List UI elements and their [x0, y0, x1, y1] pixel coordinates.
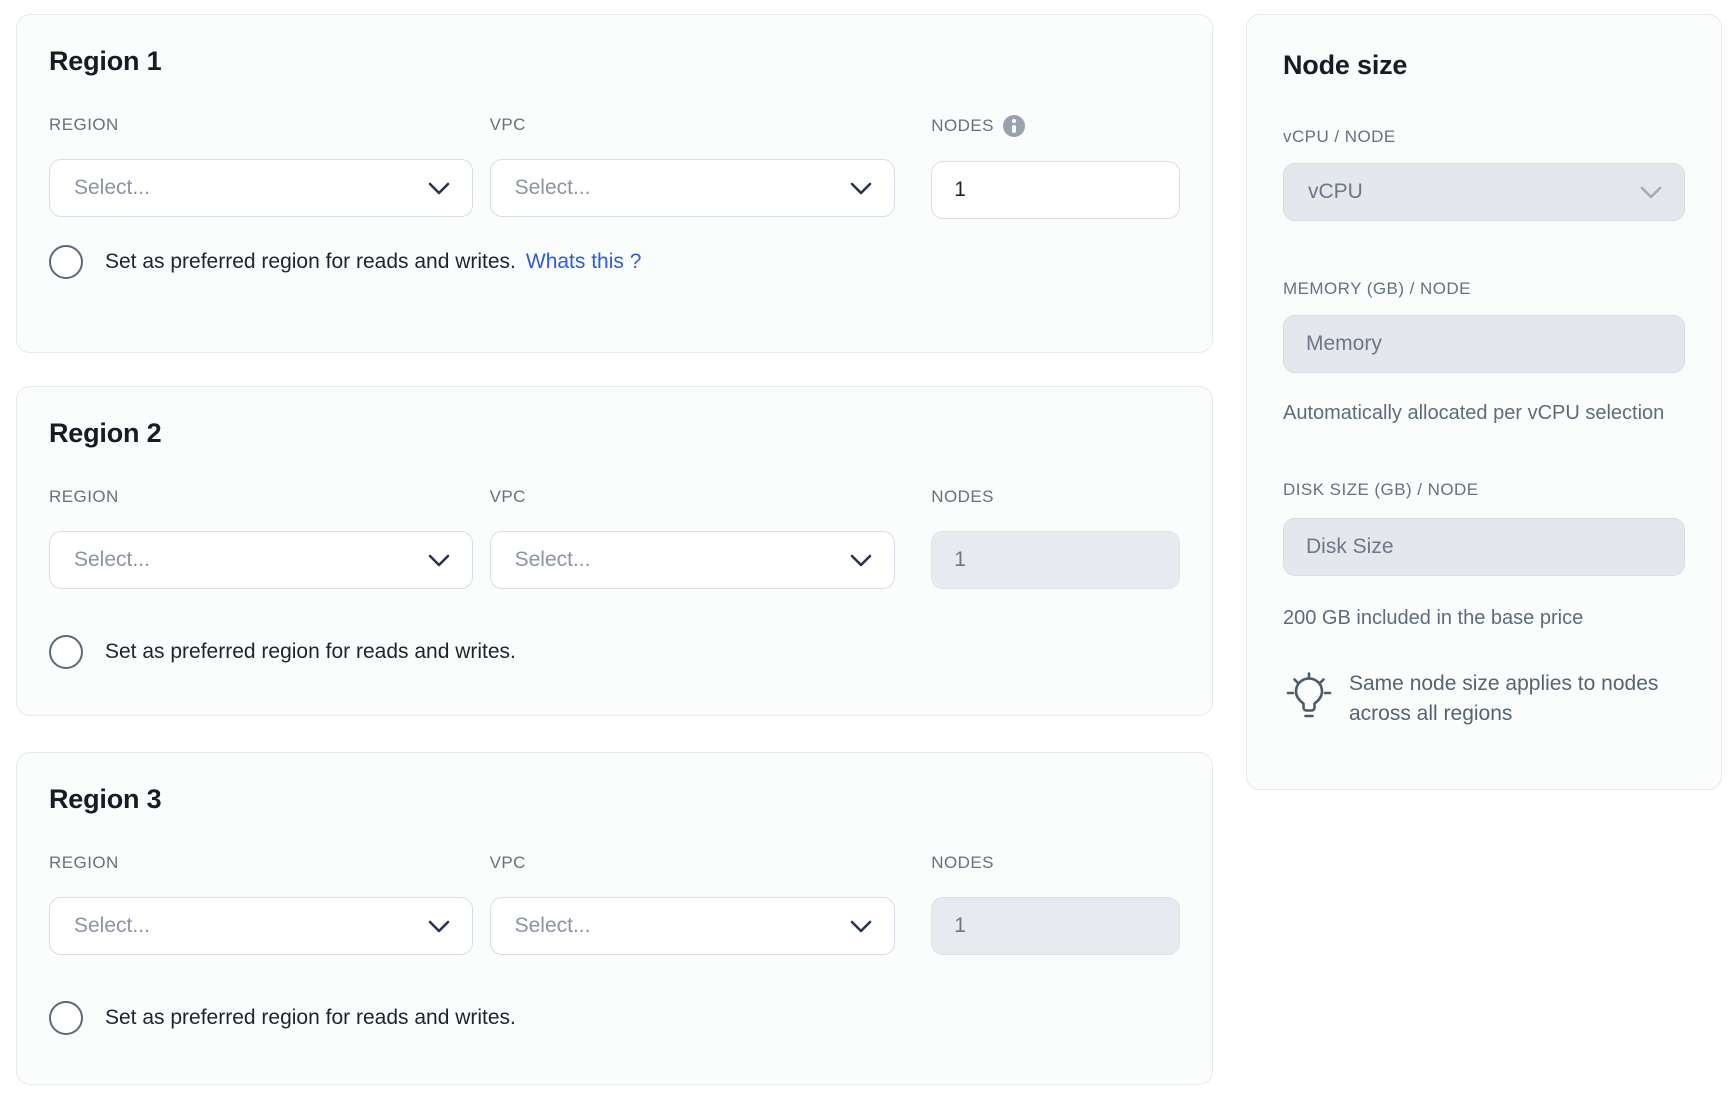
region-1-vpc-field: VPC Select... [490, 115, 896, 219]
region-3-card: Region 3 REGION Select... [16, 752, 1213, 1085]
region-1-vpc-label: VPC [490, 115, 896, 135]
vcpu-select[interactable]: vCPU [1283, 163, 1685, 221]
region-1-card: Region 1 REGION Select... [16, 14, 1213, 353]
region-1-vpc-select-value: Select... [515, 176, 591, 200]
chevron-down-icon [850, 920, 872, 933]
region-2-region-select[interactable]: Select... [49, 531, 473, 589]
region-1-title: Region 1 [49, 45, 1180, 77]
region-3-vpc-label: VPC [490, 853, 896, 873]
region-2-fields-row: REGION Select... VPC [49, 487, 1180, 589]
region-1-preferred-radio[interactable] [49, 245, 83, 279]
region-1-preferred-row: Set as preferred region for reads and wr… [49, 245, 1180, 279]
region-2-preferred-label: Set as preferred region for reads and wr… [105, 640, 516, 664]
region-2-preferred-row: Set as preferred region for reads and wr… [49, 635, 1180, 669]
region-1-preferred-label: Set as preferred region for reads and wr… [105, 250, 516, 274]
region-3-vpc-field: VPC Select... [490, 853, 896, 955]
memory-input [1283, 315, 1685, 373]
region-3-nodes-field: NODES [931, 853, 1180, 955]
vcpu-label: vCPU / NODE [1283, 127, 1685, 147]
region-1-region-label: REGION [49, 115, 473, 135]
lightbulb-icon [1283, 669, 1335, 721]
region-3-preferred-row: Set as preferred region for reads and wr… [49, 1001, 1180, 1035]
region-2-nodes-label: NODES [931, 487, 1180, 507]
info-icon[interactable] [1003, 115, 1025, 137]
region-1-region-select[interactable]: Select... [49, 159, 473, 217]
region-3-region-select[interactable]: Select... [49, 897, 473, 955]
region-3-preferred-radio[interactable] [49, 1001, 83, 1035]
region-3-vpc-select[interactable]: Select... [490, 897, 896, 955]
cluster-config-page: Region 1 REGION Select... [0, 0, 1736, 1085]
disk-helper-text: 200 GB included in the base price [1283, 604, 1685, 633]
region-2-vpc-select-value: Select... [515, 548, 591, 572]
region-2-preferred-radio[interactable] [49, 635, 83, 669]
chevron-down-icon [428, 920, 450, 933]
chevron-down-icon [850, 554, 872, 567]
region-2-nodes-field: NODES [931, 487, 1180, 589]
region-3-region-label: REGION [49, 853, 473, 873]
node-size-tip-text: Same node size applies to nodes across a… [1349, 669, 1679, 729]
node-size-card: Node size vCPU / NODE vCPU MEMORY (GB) /… [1246, 14, 1722, 790]
region-1-nodes-label: NODES [931, 115, 1180, 137]
region-3-region-field: REGION Select... [49, 853, 473, 955]
vcpu-select-value: vCPU [1308, 180, 1363, 204]
region-2-nodes-input [931, 531, 1180, 589]
region-3-title: Region 3 [49, 783, 1180, 815]
region-1-nodes-field: NODES [931, 115, 1180, 219]
region-3-nodes-input [931, 897, 1180, 955]
chevron-down-icon [428, 554, 450, 567]
memory-helper-text: Automatically allocated per vCPU selecti… [1283, 399, 1685, 428]
memory-label: MEMORY (GB) / NODE [1283, 279, 1685, 299]
region-3-vpc-select-value: Select... [515, 914, 591, 938]
region-1-fields-row: REGION Select... VPC [49, 115, 1180, 219]
region-3-nodes-label: NODES [931, 853, 1180, 873]
disk-size-label: DISK SIZE (GB) / NODE [1283, 480, 1685, 500]
chevron-down-icon [850, 182, 872, 195]
region-3-region-select-value: Select... [74, 914, 150, 938]
chevron-down-icon [428, 182, 450, 195]
disk-size-input[interactable] [1283, 518, 1685, 576]
chevron-down-icon [1640, 186, 1662, 199]
region-2-vpc-select[interactable]: Select... [490, 531, 896, 589]
region-2-vpc-field: VPC Select... [490, 487, 896, 589]
region-2-region-field: REGION Select... [49, 487, 473, 589]
region-3-fields-row: REGION Select... VPC [49, 853, 1180, 955]
region-3-preferred-label: Set as preferred region for reads and wr… [105, 1006, 516, 1030]
regions-column: Region 1 REGION Select... [16, 14, 1213, 1085]
whats-this-link[interactable]: Whats this ? [526, 250, 642, 274]
node-size-tip: Same node size applies to nodes across a… [1283, 669, 1685, 729]
node-size-title: Node size [1283, 49, 1685, 81]
region-2-region-label: REGION [49, 487, 473, 507]
region-1-region-select-value: Select... [74, 176, 150, 200]
region-1-nodes-input[interactable] [931, 161, 1180, 219]
region-2-card: Region 2 REGION Select... [16, 386, 1213, 716]
region-2-region-select-value: Select... [74, 548, 150, 572]
region-2-title: Region 2 [49, 417, 1180, 449]
region-1-region-field: REGION Select... [49, 115, 473, 219]
region-1-vpc-select[interactable]: Select... [490, 159, 896, 217]
region-2-vpc-label: VPC [490, 487, 896, 507]
